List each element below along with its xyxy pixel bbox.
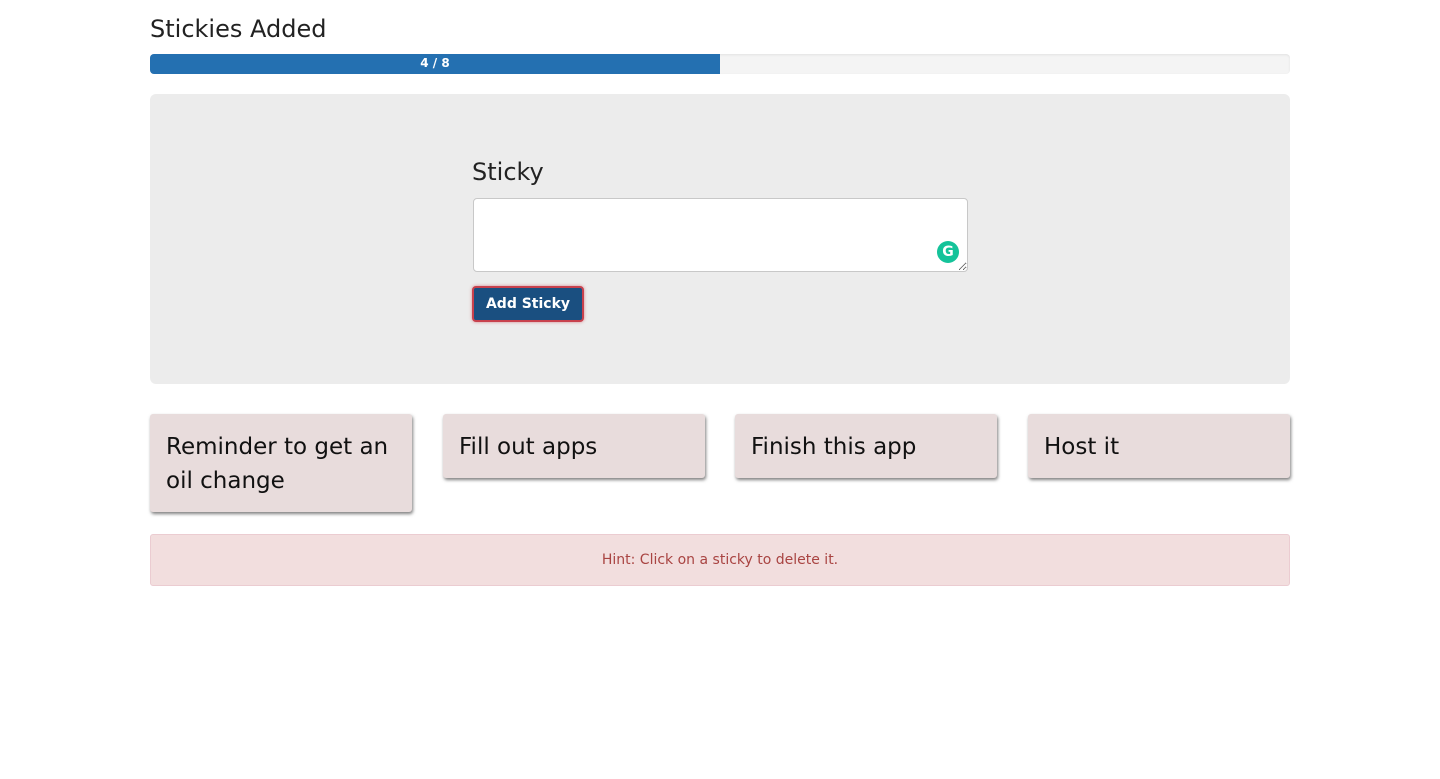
progress-bar: 4 / 8: [150, 54, 1290, 74]
sticky-input[interactable]: [473, 198, 968, 272]
page-title: Stickies Added: [150, 15, 327, 43]
sticky-note[interactable]: Finish this app: [735, 414, 997, 478]
sticky-label: Sticky: [472, 158, 544, 186]
sticky-note[interactable]: Host it: [1028, 414, 1290, 478]
add-sticky-form: Sticky G Add Sticky: [150, 94, 1290, 384]
add-sticky-button[interactable]: Add Sticky: [472, 286, 584, 322]
sticky-note[interactable]: Fill out apps: [443, 414, 705, 478]
sticky-note[interactable]: Reminder to get an oil change: [150, 414, 412, 512]
progress-fill: 4 / 8: [150, 54, 720, 74]
hint-alert: Hint: Click on a sticky to delete it.: [150, 534, 1290, 586]
